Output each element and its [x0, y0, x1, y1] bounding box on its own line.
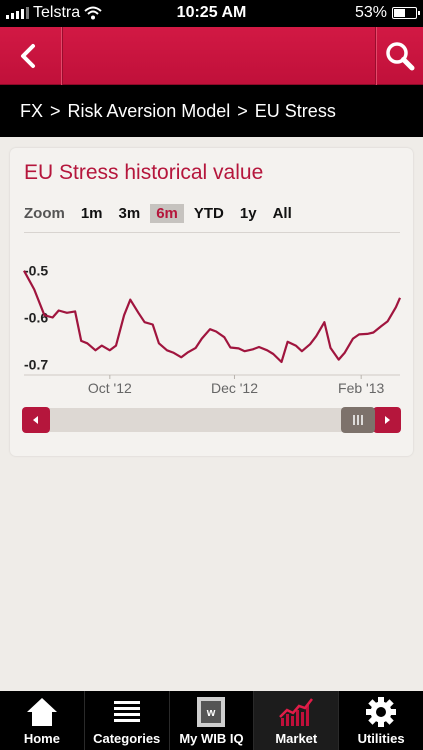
- tab-market[interactable]: Market: [253, 691, 339, 750]
- breadcrumb-separator: >: [237, 100, 248, 121]
- back-button[interactable]: [0, 27, 62, 85]
- status-bar: Telstra 10:25 AM 53%: [0, 0, 423, 27]
- list-icon: [113, 701, 140, 722]
- market-chart-icon: [279, 698, 314, 726]
- x-tick-label: Oct '12: [88, 380, 132, 396]
- tab-utilities[interactable]: Utilities: [338, 691, 423, 750]
- tab-categories[interactable]: Categories: [83, 691, 169, 750]
- eu-stress-line-chart: -0.5-0.6-0.7Oct '12 Dec '12 Feb '13: [23, 263, 402, 396]
- breadcrumb-item-eu-stress: EU Stress: [254, 100, 336, 121]
- battery-percent: 53%: [354, 4, 387, 21]
- y-tick-label: -0.7: [24, 356, 48, 372]
- breadcrumb-item-fx[interactable]: FX: [20, 101, 43, 122]
- chevron-left-icon: [21, 44, 35, 68]
- tab-label: My WIB IQ: [179, 731, 244, 746]
- tab-home[interactable]: Home: [0, 691, 84, 750]
- nav-bar: [0, 27, 423, 85]
- tab-bar: Home Categories w My WIB IQ Market Utili…: [0, 691, 423, 750]
- x-tick-label: Dec '12: [211, 380, 258, 396]
- tab-label: Home: [23, 731, 60, 746]
- tab-label: Categories: [93, 731, 161, 746]
- breadcrumb: FX > Risk Aversion Model > EU Stress: [0, 85, 423, 137]
- search-icon: [386, 42, 415, 71]
- y-tick-label: -0.6: [24, 310, 48, 326]
- tab-my-wib-iq[interactable]: w My WIB IQ: [168, 691, 254, 750]
- tab-label: Market: [275, 731, 318, 746]
- svg-text:w: w: [206, 707, 216, 719]
- tab-label: Utilities: [357, 731, 405, 746]
- x-tick-label: Feb '13: [338, 380, 384, 396]
- chart-range-scroller[interactable]: [22, 406, 401, 434]
- battery-icon: [392, 7, 420, 19]
- gear-icon: [366, 697, 397, 727]
- chart-card: EU Stress historical value Zoom 1m 3m 6m…: [10, 148, 413, 456]
- battery-info: 53%: [354, 4, 420, 22]
- home-icon: [26, 698, 57, 726]
- breadcrumb-separator: >: [50, 100, 61, 121]
- search-button[interactable]: [375, 27, 423, 85]
- breadcrumb-item-risk-aversion-model[interactable]: Risk Aversion Model: [68, 101, 231, 122]
- wib-badge-icon: w: [197, 697, 226, 727]
- eu-stress-series-line: [23, 270, 402, 364]
